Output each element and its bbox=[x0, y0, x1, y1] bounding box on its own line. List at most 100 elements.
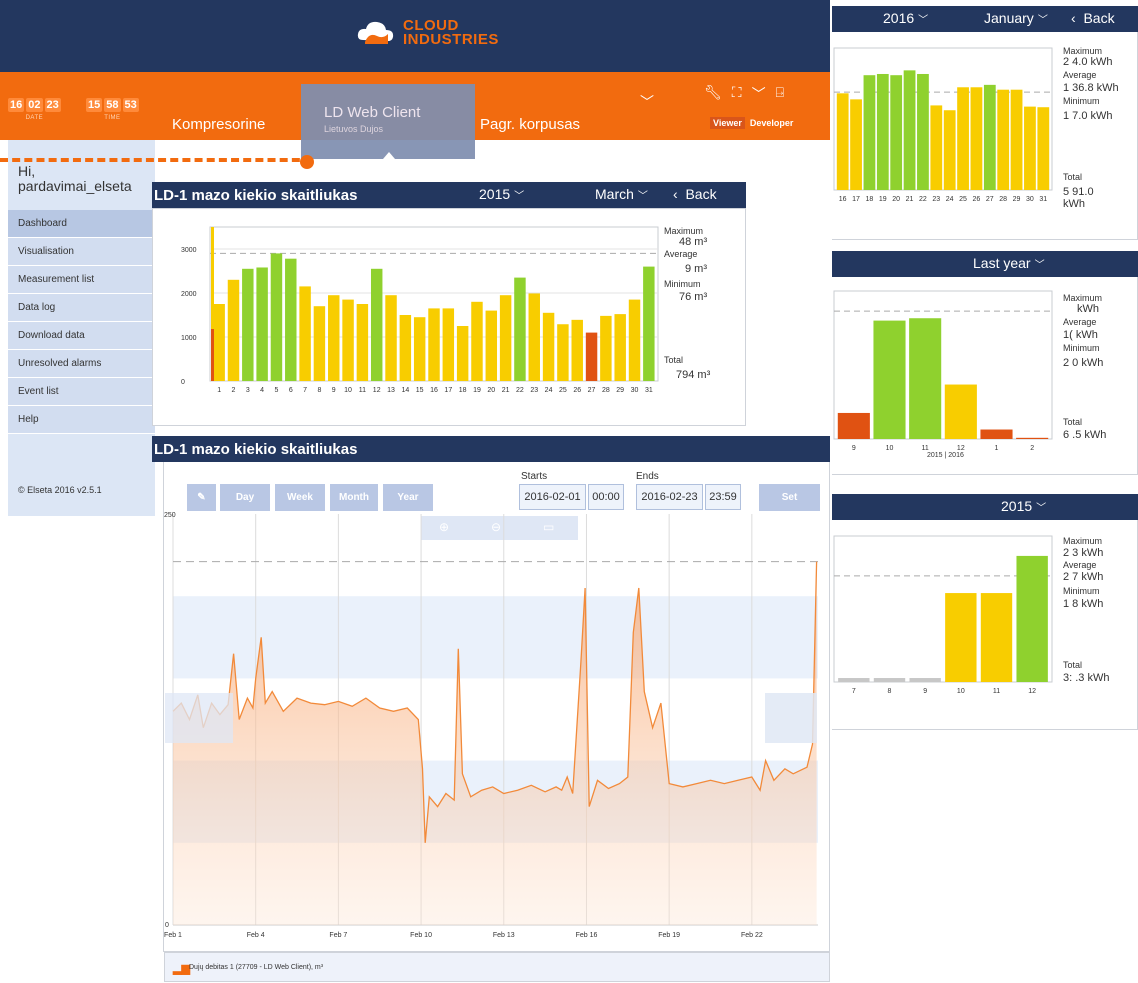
year-avg-label: Average bbox=[1063, 317, 1097, 327]
top-header: CLOUD INDUSTRIES bbox=[0, 0, 830, 72]
sidebar-item-data-log[interactable]: Data log bbox=[8, 294, 155, 322]
sidebar-item-visualisation[interactable]: Visualisation bbox=[8, 238, 155, 266]
bar bbox=[909, 318, 942, 439]
greeting-hi: Hi, bbox=[18, 163, 36, 179]
date-year-digit: 16 bbox=[8, 98, 25, 112]
sidebar-item-measurement-list[interactable]: Measurement list bbox=[8, 266, 155, 294]
brand-logo[interactable]: CLOUD INDUSTRIES bbox=[355, 18, 499, 48]
nav-item-kompresorine[interactable]: Kompresorine bbox=[172, 116, 265, 133]
bar bbox=[213, 304, 225, 381]
bar bbox=[980, 593, 1013, 682]
bar bbox=[836, 93, 849, 190]
chevron-down-icon[interactable]: ﹀ bbox=[752, 84, 766, 104]
daily-max-value: 48 m³ bbox=[679, 236, 708, 248]
jan-month-select[interactable]: January ﹀ bbox=[984, 10, 1048, 26]
nav-more-chevron-icon[interactable]: ﹀ bbox=[640, 92, 654, 112]
x-tick-label: 4 bbox=[260, 387, 264, 394]
jan-total-label: Total bbox=[1063, 172, 1083, 182]
daily-back-button[interactable]: ‹ Back bbox=[673, 186, 717, 202]
bar bbox=[385, 295, 397, 381]
x-tick-label: 16 bbox=[430, 387, 438, 394]
map-icon[interactable]: ⛶ bbox=[732, 84, 742, 104]
bar bbox=[873, 678, 906, 682]
bar bbox=[1016, 437, 1049, 439]
bar bbox=[528, 293, 540, 381]
bar bbox=[499, 295, 512, 381]
bar bbox=[285, 258, 297, 381]
bar bbox=[909, 678, 941, 682]
bar bbox=[614, 314, 626, 381]
sidebar-item-dashboard[interactable]: Dashboard bbox=[8, 210, 155, 238]
legend-series-label: Dujų debitas 1 (27709 - LD Web Client), … bbox=[189, 964, 324, 971]
chevron-down-icon: ﹀ bbox=[514, 191, 525, 202]
cloud-logo-icon bbox=[357, 21, 394, 44]
time-label: TIME bbox=[104, 115, 121, 121]
x-tick-label: 31 bbox=[645, 387, 653, 394]
role-switch: Viewer Developer bbox=[710, 117, 796, 129]
x-tick-label: Feb 13 bbox=[493, 932, 515, 939]
wrench-icon[interactable]: 🔧︎ bbox=[704, 84, 722, 104]
daily-month-value: March bbox=[595, 186, 634, 202]
brand-text: CLOUD INDUSTRIES bbox=[403, 18, 499, 47]
months-panel-header: 2015 ﹀ bbox=[832, 494, 1138, 526]
x-tick-label: 14 bbox=[401, 387, 409, 394]
year-range-select[interactable]: Last year ﹀ bbox=[973, 255, 1045, 271]
daily-year-value: 2015 bbox=[479, 186, 511, 202]
daily-total-label: Total bbox=[664, 355, 684, 365]
daily-bar-chart: 1 2 3 4 5 6 7 8 9 10 11 12 13 14 15 16 17 18 19 20 21 22 23 24 2… bbox=[181, 226, 659, 394]
x-tick-label: Feb 4 bbox=[247, 932, 265, 939]
x-tick-label: 28 bbox=[999, 196, 1007, 203]
months-max-value: 2 3 kWh bbox=[1063, 547, 1104, 559]
bar bbox=[837, 412, 870, 439]
x-tick-label: Feb 22 bbox=[741, 932, 763, 939]
nav-item-ld-web-client[interactable]: LD Web Client Lietuvos Dujos bbox=[301, 84, 475, 159]
jan-chart-frame: 16 17 18 19 20 21 22 23 24 25 26 27 28 29 30 31 Maximum… bbox=[832, 32, 1138, 240]
sidebar-item-event-list[interactable]: Event list bbox=[8, 378, 155, 406]
daily-chart-frame: 1 2 3 4 5 6 7 8 9 10 11 12 13 14 15 16 17 18 19 20 21 22 23 24 2… bbox=[152, 208, 746, 426]
main-area-chart: Feb 1 Feb 4 Feb 7 Feb 10 Feb 13 Feb 16 Feb 19 F… bbox=[164, 512, 818, 939]
role-viewer-button[interactable]: Viewer bbox=[710, 117, 745, 129]
nav-item-pagr-korpusas[interactable]: Pagr. korpusas bbox=[480, 116, 580, 133]
chart-legend[interactable]: ▂▆ Dujų debitas 1 (27709 - LD Web Client… bbox=[164, 952, 830, 982]
bar bbox=[1037, 107, 1050, 190]
x-tick-label: 25 bbox=[959, 196, 967, 203]
x-tick-label: 27 bbox=[588, 387, 596, 394]
sidebar-item-unresolved-alarms[interactable]: Unresolved alarms bbox=[8, 350, 155, 378]
x-tick-label: 9 bbox=[852, 445, 856, 452]
daily-month-select[interactable]: March ﹀ bbox=[595, 186, 648, 202]
nav-item-ld-web-client-label: LD Web Client bbox=[324, 104, 421, 121]
bar bbox=[328, 295, 340, 381]
x-tick-label: 12 bbox=[957, 445, 965, 452]
x-tick-label: 17 bbox=[852, 196, 860, 203]
months-year-select[interactable]: 2015 ﹀ bbox=[1001, 498, 1046, 514]
jan-year-select[interactable]: 2016 ﹀ bbox=[883, 10, 928, 26]
x-tick-label: 2 bbox=[232, 387, 236, 394]
sidebar-item-help[interactable]: Help bbox=[8, 406, 155, 434]
y-tick-label: 2000 bbox=[181, 291, 197, 298]
role-developer-button[interactable]: Developer bbox=[747, 117, 797, 129]
x-tick-label: 17 bbox=[444, 387, 452, 394]
x-tick-label: 29 bbox=[616, 387, 624, 394]
dashed-connector bbox=[0, 158, 312, 162]
bar bbox=[1016, 555, 1048, 682]
year-avg-value: 1( kWh bbox=[1063, 329, 1098, 341]
x-tick-label: 23 bbox=[530, 387, 538, 394]
daily-year-select[interactable]: 2015 ﹀ bbox=[479, 186, 524, 202]
x-tick-label: 10 bbox=[344, 387, 352, 394]
logout-icon[interactable]: ⍈ bbox=[776, 84, 784, 104]
x-tick-label: Feb 10 bbox=[410, 932, 432, 939]
sidebar-item-download-data[interactable]: Download data bbox=[8, 322, 155, 350]
jan-min-value: 1 7.0 kWh bbox=[1063, 110, 1113, 122]
x-tick-label: Feb 19 bbox=[658, 932, 680, 939]
year-panel-header: Last year ﹀ bbox=[832, 251, 1138, 283]
x-tick-label: 20 bbox=[487, 387, 495, 394]
x-tick-label: 24 bbox=[946, 196, 954, 203]
jan-back-button[interactable]: ‹ Back bbox=[1071, 10, 1115, 26]
bar bbox=[270, 253, 283, 381]
bar bbox=[227, 279, 240, 381]
jan-month-value: January bbox=[984, 10, 1034, 26]
x-tick-label: 26 bbox=[573, 387, 581, 394]
months-chart-frame: 7 8 9 10 11 12 Maximum 2 3 kWh Average 2 7 kW… bbox=[832, 520, 1138, 730]
y-tick-label: 3000 bbox=[181, 247, 197, 254]
x-tick-label: 5 bbox=[274, 387, 278, 394]
